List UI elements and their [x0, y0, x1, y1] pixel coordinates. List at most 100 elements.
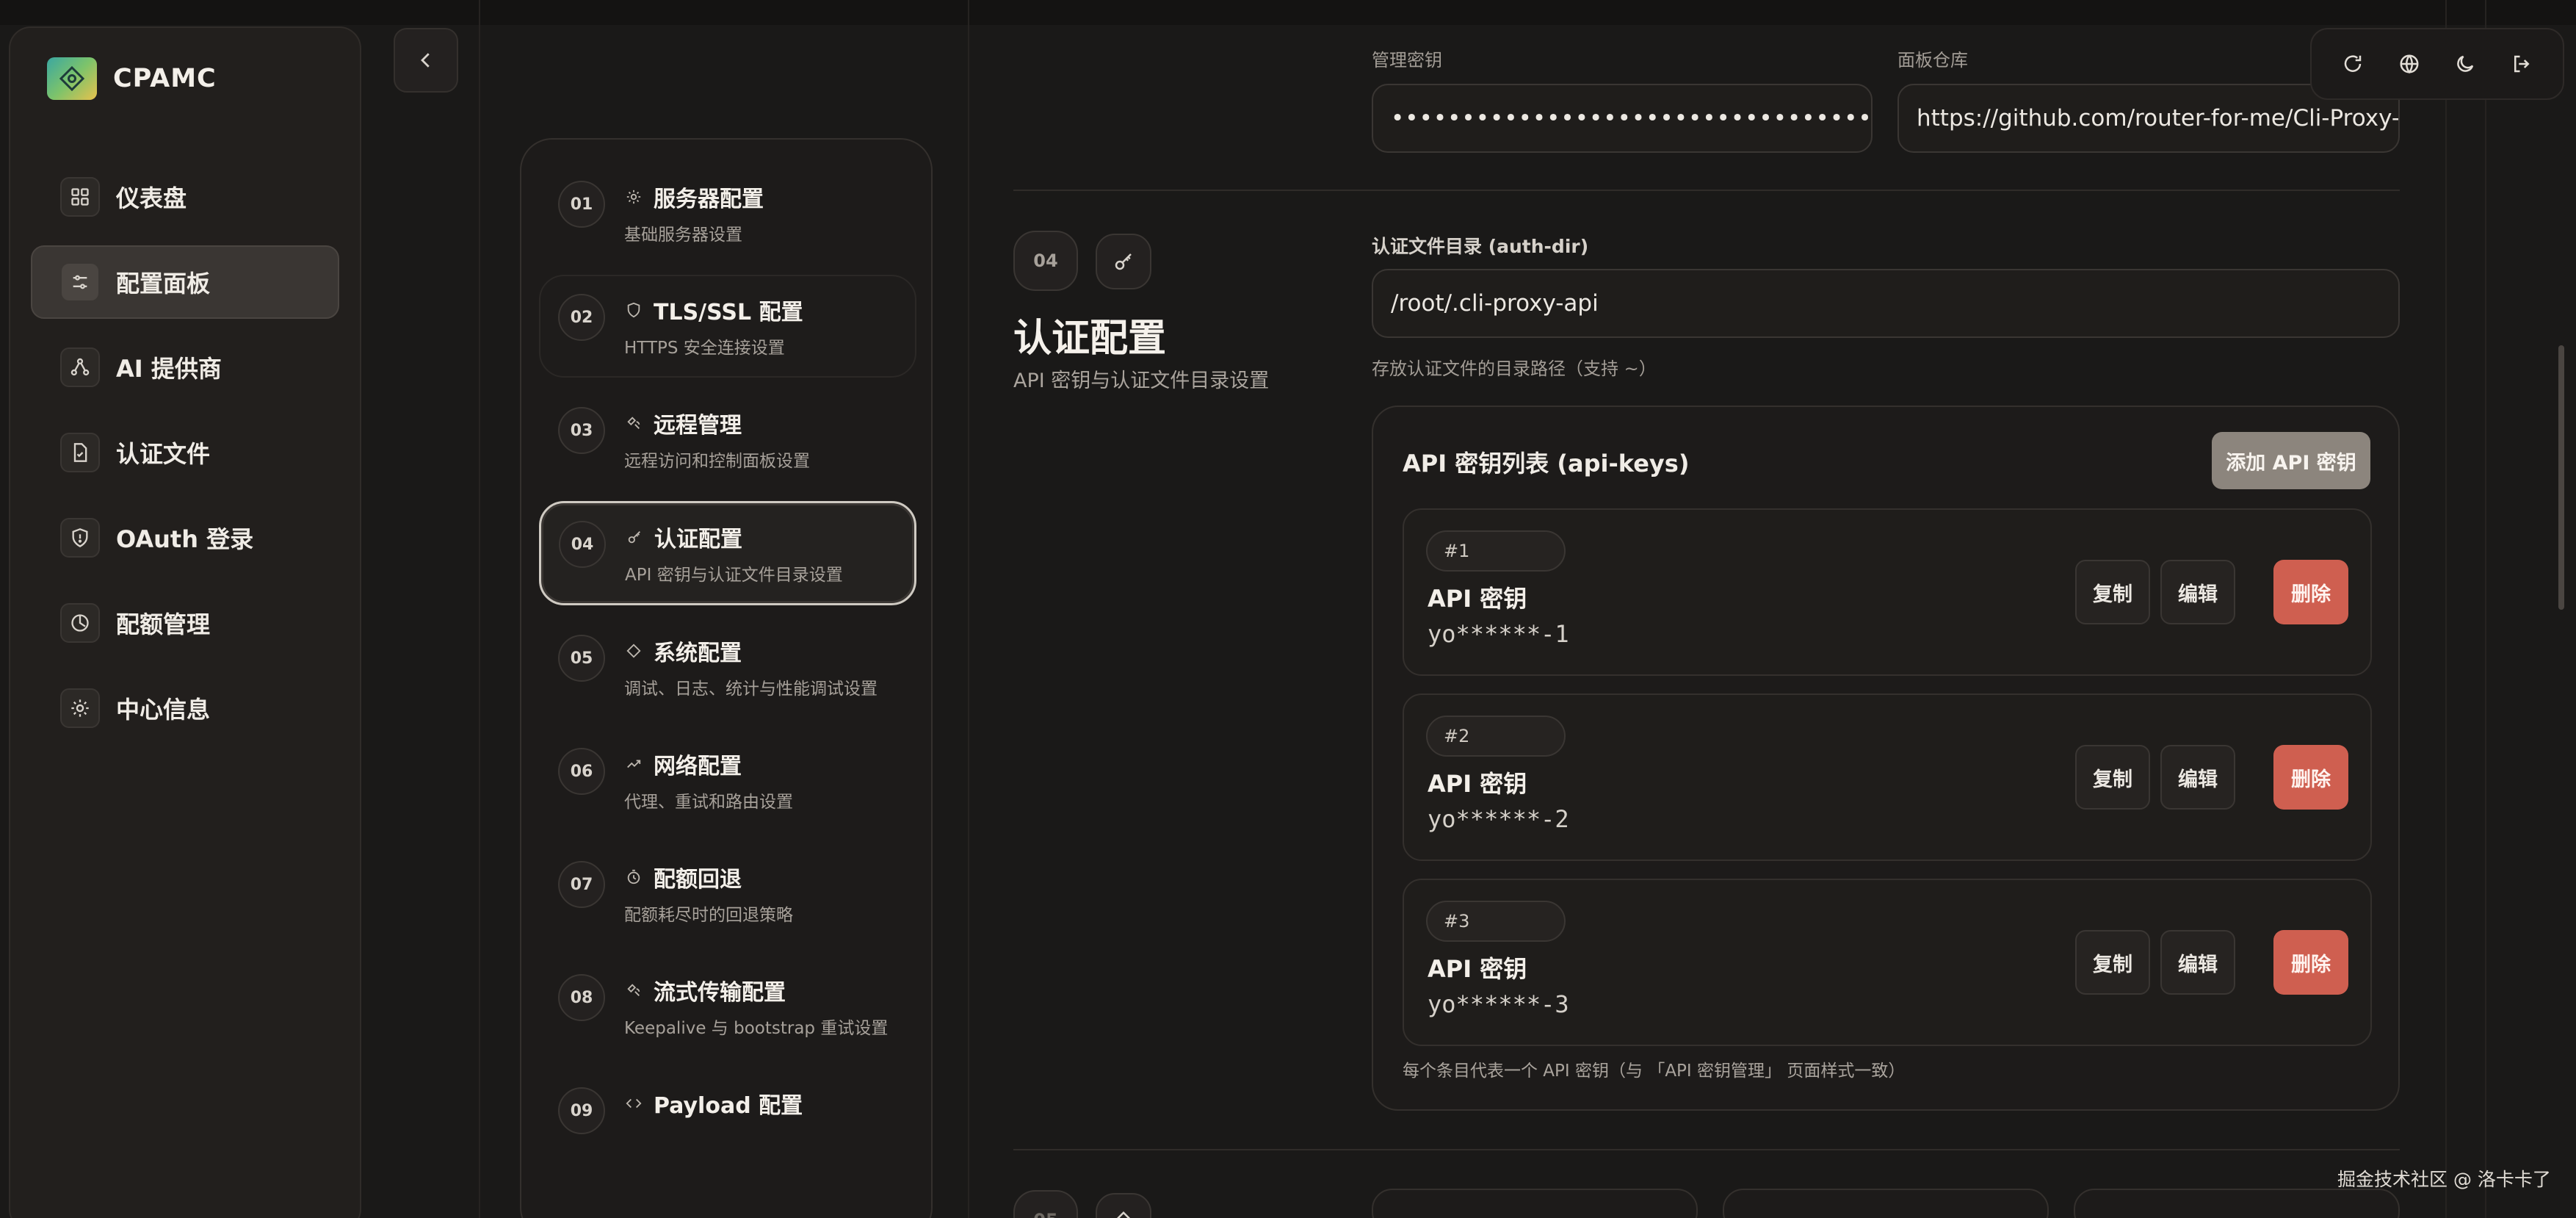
section-number: 04: [559, 521, 606, 568]
sidebar-item-label: 认证文件: [116, 440, 211, 468]
key-icon: [625, 527, 644, 547]
sidebar-item-label: OAuth 登录: [116, 525, 254, 553]
language-globe-icon[interactable]: [2393, 48, 2425, 80]
section-number: 01: [558, 181, 605, 228]
section-number: 06: [558, 748, 605, 795]
section-title: 流式传输配置: [654, 980, 786, 1006]
section-title: Payload 配置: [654, 1093, 803, 1119]
sidebar-item-label: 配额管理: [116, 610, 211, 638]
sidebar-item-center-info[interactable]: 中心信息: [31, 671, 339, 745]
section-number: 05: [558, 635, 605, 682]
section-subtitle: 调试、日志、统计与性能调试设置: [624, 680, 878, 699]
sidebar-item-auth-files[interactable]: 认证文件: [31, 416, 339, 489]
section-subtitle: Keepalive 与 bootstrap 重试设置: [624, 1019, 889, 1038]
key-index-tag: #2: [1426, 716, 1566, 757]
section-number-badge: 05: [1013, 1190, 1078, 1218]
section-title: 服务器配置: [654, 187, 764, 212]
column-divider: [2445, 0, 2447, 1218]
key-masked-value: yo******-2: [1428, 805, 1569, 833]
add-api-key-button[interactable]: 添加 API 密钥: [2212, 432, 2370, 489]
section-number: 03: [558, 407, 605, 454]
diamond-icon: [624, 641, 643, 660]
copy-button[interactable]: 复制: [2075, 930, 2150, 995]
key-index-tag: #1: [1426, 530, 1566, 572]
section-number: 08: [558, 974, 605, 1021]
brand[interactable]: CPAMC: [47, 57, 217, 100]
admin-key-field[interactable]: ••••••••••••••••••••••••••••••••••••••••…: [1372, 84, 1873, 153]
section-title: 认证配置: [654, 527, 742, 552]
copy-button[interactable]: 复制: [2075, 560, 2150, 624]
sidebar-item-oauth-login[interactable]: OAuth 登录: [31, 501, 339, 574]
api-key-card: #2 API 密钥 yo******-2 复制 编辑 删除: [1403, 693, 2372, 861]
section-nav-item-network[interactable]: 06 网络配置 代理、重试和路由设置: [539, 729, 916, 832]
satellite-icon: [624, 414, 643, 433]
section-heading: 认证配置: [1013, 317, 1167, 361]
diamond-icon: [1096, 1193, 1151, 1218]
sidebar-item-ai-providers[interactable]: AI 提供商: [31, 331, 339, 404]
file-icon: [60, 433, 100, 472]
section-nav-item-quota-fallback[interactable]: 07 配额回退 配额耗尽时的回退策略: [539, 842, 916, 945]
key-name: API 密钥: [1428, 955, 1527, 983]
section-nav-item-remote[interactable]: 03 远程管理 远程访问和控制面板设置: [539, 388, 916, 491]
edit-button[interactable]: 编辑: [2160, 745, 2235, 810]
refresh-icon[interactable]: [2337, 48, 2369, 80]
column-divider: [479, 0, 480, 1218]
sliders-icon: [60, 262, 100, 302]
sidebar-item-label: 仪表盘: [116, 184, 187, 212]
sidebar-item-config-panel[interactable]: 配置面板: [31, 245, 339, 319]
section-description: API 密钥与认证文件目录设置: [1013, 370, 1270, 392]
gear-icon: [60, 688, 100, 728]
api-key-card: #1 API 密钥 yo******-1 复制 编辑 删除: [1403, 508, 2372, 676]
scrollbar-thumb[interactable]: [2558, 345, 2564, 610]
sidebar-item-quota[interactable]: 配额管理: [31, 586, 339, 660]
section-subtitle: 代理、重试和路由设置: [624, 793, 793, 812]
code-icon: [624, 1094, 643, 1113]
auth-dir-field[interactable]: /root/.cli-proxy-api: [1372, 269, 2400, 338]
logout-icon[interactable]: [2506, 48, 2538, 80]
edit-button[interactable]: 编辑: [2160, 930, 2235, 995]
sidebar-item-label: AI 提供商: [116, 355, 222, 383]
watermark: 掘金技术社区 @ 洛卡卡了: [2337, 1169, 2551, 1190]
section-subtitle: 配额耗尽时的回退策略: [624, 906, 793, 925]
shield-icon: [60, 518, 100, 558]
api-key-card: #3 API 密钥 yo******-3 复制 编辑 删除: [1403, 879, 2372, 1046]
key-name: API 密钥: [1428, 585, 1527, 613]
api-keys-title: API 密钥列表 (api-keys): [1403, 450, 1690, 478]
section-number: 09: [558, 1087, 605, 1134]
next-section-field[interactable]: [2074, 1189, 2400, 1218]
pie-icon: [60, 603, 100, 643]
sidebar-item-dashboard[interactable]: 仪表盘: [31, 160, 339, 234]
next-section-field[interactable]: [1723, 1189, 2049, 1218]
section-subtitle: 基础服务器设置: [624, 226, 742, 245]
auth-dir-label: 认证文件目录 (auth-dir): [1372, 236, 1589, 257]
sidebar-item-label: 中心信息: [116, 696, 211, 724]
chevron-left-icon: [421, 53, 430, 68]
section-nav-item-server[interactable]: 01 服务器配置 基础服务器设置: [539, 162, 916, 264]
section-nav-item-payload[interactable]: 09 Payload 配置: [539, 1068, 916, 1150]
section-nav-item-tls[interactable]: 02 TLS/SSL 配置 HTTPS 安全连接设置: [539, 275, 916, 378]
key-name: API 密钥: [1428, 770, 1527, 798]
section-nav: 01 服务器配置 基础服务器设置 02 TLS/SSL 配置 HTTPS 安全连…: [520, 138, 933, 1218]
section-title: 系统配置: [654, 641, 742, 666]
delete-button[interactable]: 删除: [2273, 930, 2348, 995]
collapse-sidebar-button[interactable]: [394, 28, 458, 93]
section-nav-item-auth[interactable]: 04 认证配置 API 密钥与认证文件目录设置: [539, 501, 916, 605]
gear-icon: [624, 187, 643, 206]
section-title: 配额回退: [654, 867, 742, 893]
section-nav-item-streaming[interactable]: 08 流式传输配置 Keepalive 与 bootstrap 重试设置: [539, 955, 916, 1058]
delete-button[interactable]: 删除: [2273, 560, 2348, 624]
dark-mode-moon-icon[interactable]: [2449, 48, 2481, 80]
brand-logo-icon: [47, 57, 97, 100]
app-sidebar: CPAMC 仪表盘 配置面板 AI 提供商 认证文件 OAuth 登录 配额管理: [9, 26, 361, 1218]
section-nav-item-system[interactable]: 05 系统配置 调试、日志、统计与性能调试设置: [539, 616, 916, 718]
top-right-toolbar: [2310, 28, 2564, 100]
shield-icon: [624, 300, 643, 320]
key-index-tag: #3: [1426, 901, 1566, 942]
column-divider: [968, 0, 969, 1218]
section-subtitle: API 密钥与认证文件目录设置: [625, 566, 843, 585]
delete-button[interactable]: 删除: [2273, 745, 2348, 810]
next-section-field[interactable]: [1372, 1189, 1698, 1218]
copy-button[interactable]: 复制: [2075, 745, 2150, 810]
edit-button[interactable]: 编辑: [2160, 560, 2235, 624]
api-keys-panel: API 密钥列表 (api-keys) 添加 API 密钥 #1 API 密钥 …: [1372, 406, 2400, 1111]
